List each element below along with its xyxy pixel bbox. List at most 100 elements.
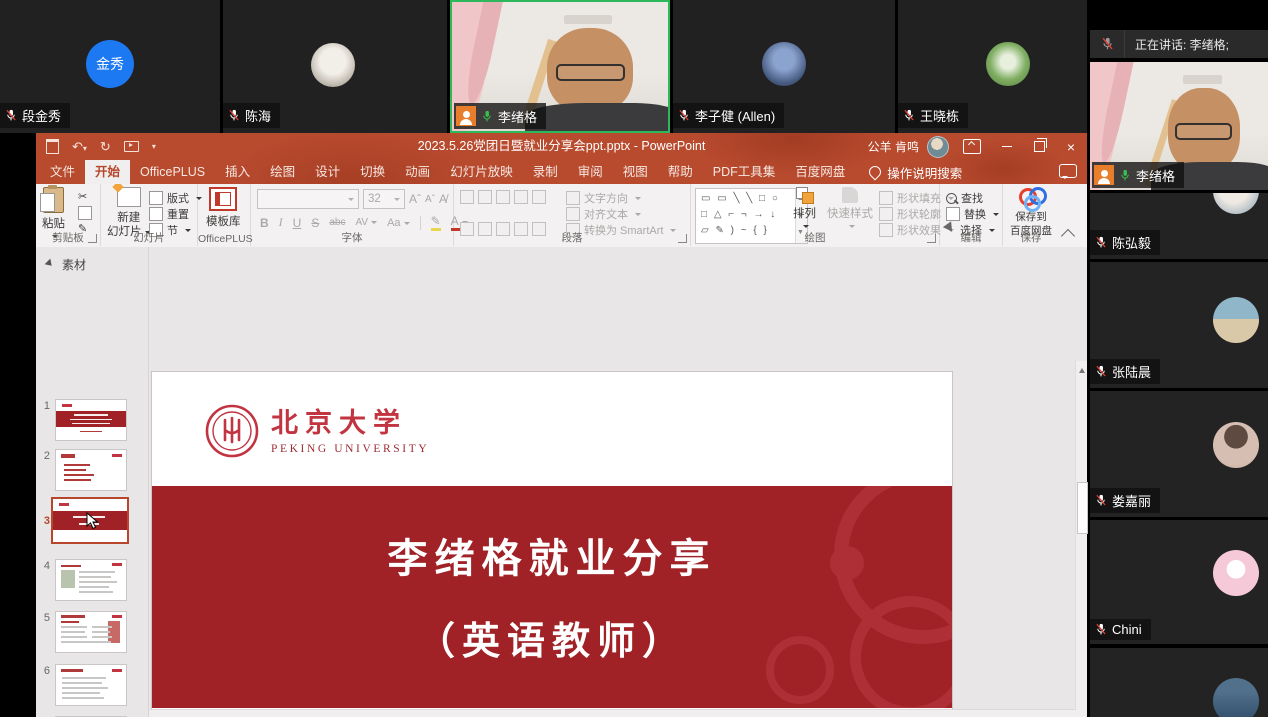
grow-font-button[interactable]: Aˆ: [409, 192, 421, 206]
replace-button[interactable]: 替换: [946, 206, 999, 222]
participant-name: 李绪格: [498, 107, 537, 126]
tab-home[interactable]: 开始: [85, 160, 130, 184]
tab-view[interactable]: 视图: [613, 160, 658, 184]
slide-title-line1[interactable]: 李绪格就业分享: [152, 526, 952, 584]
avatar: [1213, 193, 1259, 214]
reset-button[interactable]: 重置: [149, 206, 189, 222]
template-library-button[interactable]: 模板库: [206, 187, 241, 229]
slide-title-banner[interactable]: 李绪格就业分享 （英语教师）: [152, 486, 952, 708]
tab-baidu-netdisk[interactable]: 百度网盘: [785, 160, 855, 184]
restore-icon[interactable]: [1023, 133, 1055, 160]
align-text-button[interactable]: 对齐文本: [566, 206, 641, 222]
numbering-icon[interactable]: [478, 190, 492, 204]
close-icon[interactable]: ×: [1055, 133, 1087, 160]
tab-record[interactable]: 录制: [523, 160, 568, 184]
comments-icon[interactable]: [1059, 164, 1077, 178]
minimize-icon[interactable]: [991, 133, 1023, 160]
italic-button[interactable]: I: [279, 215, 283, 230]
video-tile-chenhai[interactable]: 陈海: [223, 0, 447, 133]
tell-me-search[interactable]: 操作说明搜索: [869, 160, 962, 184]
video-tile-duanjinxiu[interactable]: 金秀 段金秀: [0, 0, 220, 133]
speaking-indicator-text: 正在讲话: 李绪格;: [1125, 36, 1229, 53]
sidebar-tile-chenhongyi[interactable]: 陈弘毅: [1090, 193, 1268, 259]
find-button[interactable]: 查找: [946, 190, 983, 206]
slide-canvas[interactable]: 北京大学 PEKING UNIVERSITY 李绪格就业分享 （英语教师）: [152, 372, 952, 717]
tab-file[interactable]: 文件: [40, 160, 85, 184]
tab-animations[interactable]: 动画: [395, 160, 440, 184]
change-case-button[interactable]: Aa: [387, 217, 409, 229]
bold-button[interactable]: B: [260, 216, 269, 230]
mic-active-icon: [481, 110, 493, 123]
sidebar-tile-loujiali[interactable]: 娄嘉丽: [1090, 391, 1268, 517]
sidebar-tile-zhangluchen[interactable]: 张陆晨: [1090, 262, 1268, 388]
cut-button[interactable]: ✂: [78, 190, 87, 203]
video-tile-wangxiaodong[interactable]: 王晓栋: [898, 0, 1087, 133]
group-label: 剪贴板: [36, 230, 100, 245]
lightbulb-icon: [867, 164, 884, 181]
video-tile-lixuge-active[interactable]: 李绪格: [450, 0, 670, 133]
slide-thumbnail-2[interactable]: [55, 449, 127, 491]
character-spacing-button[interactable]: AV: [355, 217, 377, 228]
qat-customize-icon[interactable]: ▾: [152, 142, 156, 151]
increase-indent-icon[interactable]: [514, 190, 528, 204]
paste-icon: [43, 187, 64, 213]
tab-slideshow[interactable]: 幻灯片放映: [440, 160, 523, 184]
clear-formatting-button[interactable]: A̸: [439, 192, 447, 206]
shapes-row: □ △ ⌐ ¬ → ↓: [701, 207, 793, 223]
collapse-ribbon-icon[interactable]: [1061, 229, 1075, 243]
line-spacing-icon[interactable]: [532, 190, 546, 204]
decrease-indent-icon[interactable]: [496, 190, 510, 204]
redo-icon[interactable]: ↻: [100, 139, 111, 155]
slide-title-line2[interactable]: （英语教师）: [152, 610, 952, 665]
tab-officeplus[interactable]: OfficePLUS: [130, 160, 215, 184]
slide-thumbnail-6[interactable]: [55, 664, 127, 706]
tab-review[interactable]: 审阅: [568, 160, 613, 184]
account-name[interactable]: 公羊 肯鸣: [868, 138, 919, 155]
slide-thumbnail-1[interactable]: [55, 399, 127, 441]
font-name-combo[interactable]: [257, 189, 359, 209]
font-size-combo[interactable]: 32: [363, 189, 405, 209]
participant-name: 王晓栋: [920, 106, 959, 125]
ribbon-display-options-icon[interactable]: [959, 133, 991, 160]
tab-draw[interactable]: 绘图: [260, 160, 305, 184]
strikethrough-button[interactable]: S: [311, 216, 319, 230]
tab-insert[interactable]: 插入: [215, 160, 260, 184]
scrollbar-thumb[interactable]: [1077, 482, 1088, 534]
account-avatar[interactable]: [927, 136, 949, 158]
slide-thumbnail-4[interactable]: [55, 559, 127, 601]
horizontal-scrollbar[interactable]: [149, 709, 1076, 717]
underline-button[interactable]: U: [293, 216, 302, 230]
tab-design[interactable]: 设计: [305, 160, 350, 184]
sidebar-tile-chini[interactable]: Chini: [1090, 520, 1268, 644]
copy-button[interactable]: [78, 206, 92, 220]
mic-active-icon: [1119, 169, 1131, 182]
video-tile-lizijian[interactable]: 李子健 (Allen): [673, 0, 895, 133]
tab-help[interactable]: 帮助: [658, 160, 703, 184]
mic-muted-icon: [228, 109, 240, 122]
bullets-icon[interactable]: [460, 190, 474, 204]
meeting-screen: 金秀 段金秀 陈海 李绪格 李子健 (Allen): [0, 0, 1268, 717]
paragraph-group: 文字方向 对齐文本 转换为 SmartArt 段落: [454, 184, 691, 246]
layout-button[interactable]: 版式: [149, 190, 202, 206]
avatar: [1213, 422, 1259, 468]
text-direction-button[interactable]: 文字方向: [566, 190, 641, 206]
arrange-button[interactable]: 排列: [793, 187, 816, 229]
highlight-button[interactable]: ✎: [431, 214, 441, 231]
save-icon[interactable]: [46, 139, 59, 154]
save-group: 保存到 百度网盘 保存: [1003, 184, 1059, 246]
undo-icon[interactable]: ↶▾: [72, 139, 87, 155]
subscript-button[interactable]: abc: [329, 217, 345, 228]
sidebar-tile-partial[interactable]: [1090, 648, 1268, 717]
quick-styles-button[interactable]: 快速样式: [827, 187, 873, 229]
slide-thumbnail-5[interactable]: [55, 611, 127, 653]
section-header[interactable]: 素材: [46, 256, 86, 273]
shrink-font-button[interactable]: Aˇ: [425, 194, 435, 205]
shapes-row: ▭ ▭ ╲ ╲ □ ○: [701, 191, 793, 207]
scroll-up-icon[interactable]: [1076, 362, 1087, 376]
slide-number: 3: [38, 515, 50, 527]
vertical-scrollbar[interactable]: [1075, 361, 1087, 717]
tab-transitions[interactable]: 切换: [350, 160, 395, 184]
tab-pdf-tools[interactable]: PDF工具集: [703, 160, 786, 184]
slideshow-icon[interactable]: [124, 141, 139, 152]
sidebar-tile-lixuge[interactable]: 李绪格: [1090, 62, 1268, 190]
